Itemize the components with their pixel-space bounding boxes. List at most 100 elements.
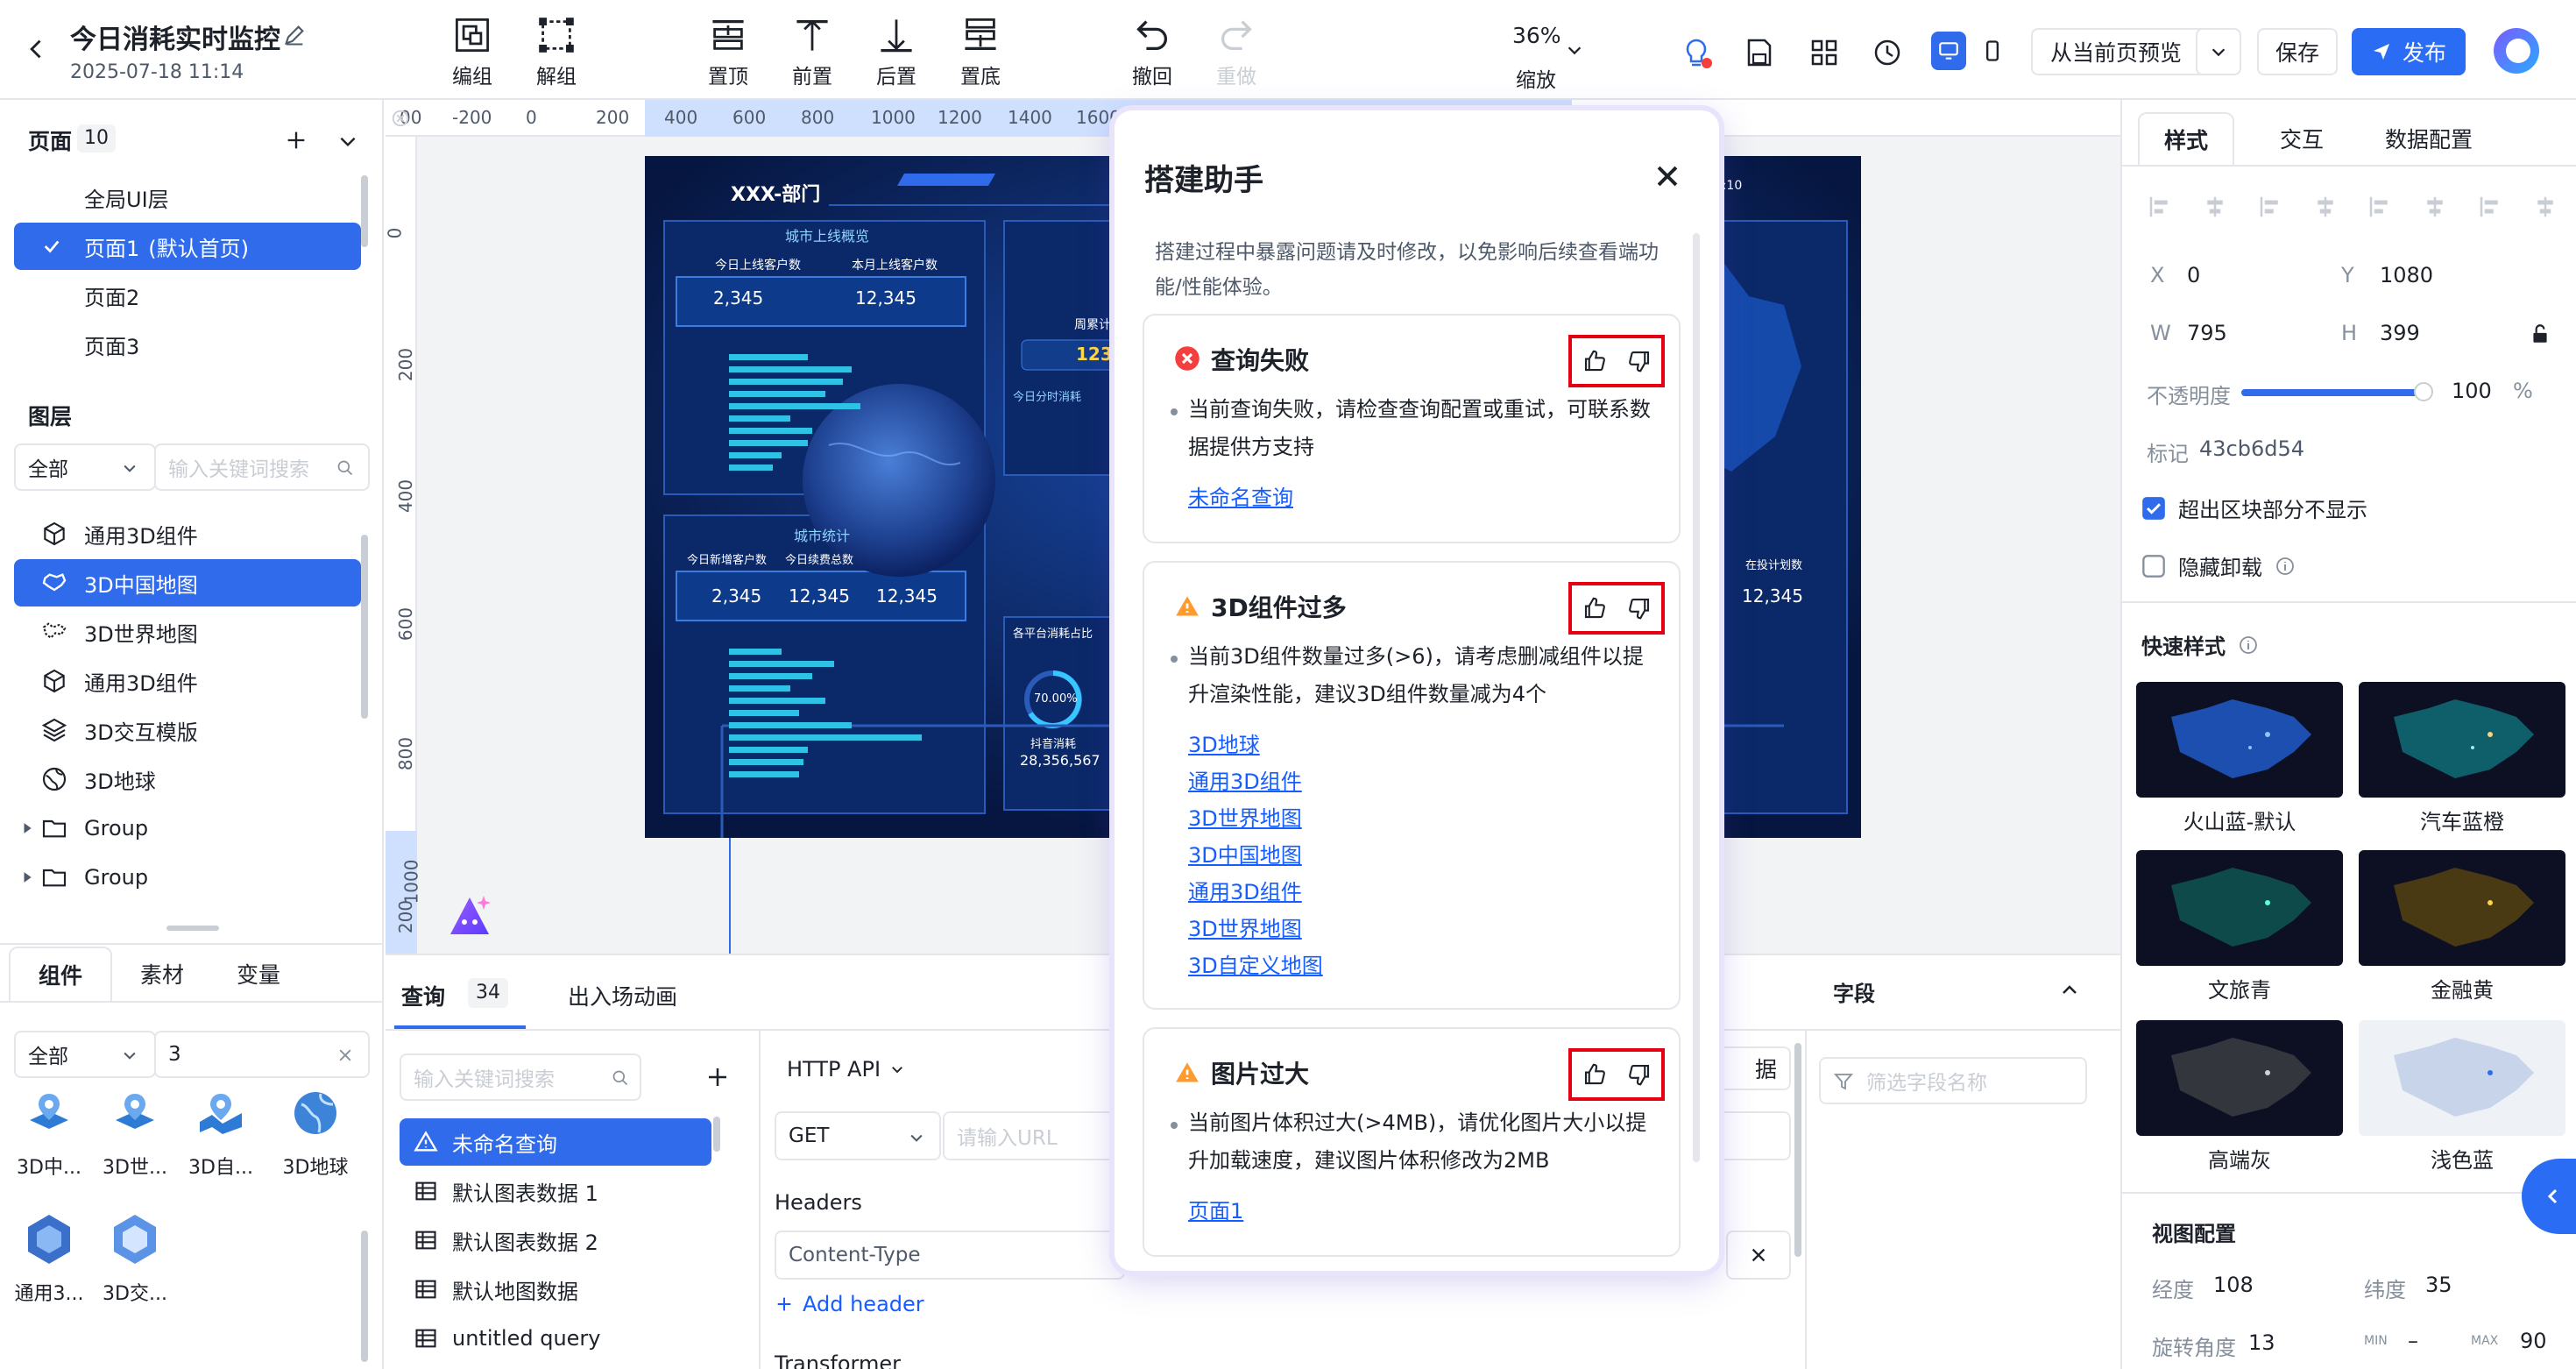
config-scrollbar[interactable] bbox=[1794, 1043, 1801, 1257]
close-icon[interactable] bbox=[1652, 161, 1682, 191]
hide-unload-checkbox[interactable]: 隐藏卸载 bbox=[2141, 550, 2296, 581]
issue-link[interactable]: 未命名查询 bbox=[1188, 480, 1293, 511]
style-swatch-light-blue[interactable] bbox=[2359, 1020, 2565, 1136]
tab-animation[interactable]: 出入场动画 bbox=[568, 980, 677, 1011]
min-input[interactable]: – bbox=[2408, 1329, 2418, 1353]
save-button[interactable]: 保存 bbox=[2257, 28, 2338, 75]
layer-item-group-2[interactable]: Group bbox=[14, 854, 361, 901]
caret-right-icon[interactable] bbox=[21, 822, 33, 834]
align-v-center-icon[interactable] bbox=[2422, 194, 2448, 220]
style-swatch-auto-blue-orange[interactable] bbox=[2359, 682, 2565, 798]
dialog-scrollbar[interactable] bbox=[1693, 233, 1700, 1162]
back-arrow-icon[interactable] bbox=[25, 37, 49, 61]
to-top-button[interactable]: 置顶 bbox=[689, 16, 768, 89]
align-h-center-icon[interactable] bbox=[2202, 194, 2228, 220]
overflow-hide-checkbox[interactable]: 超出区块部分不显示 bbox=[2141, 493, 2367, 523]
issue-link[interactable]: 3D世界地图 bbox=[1188, 801, 1302, 832]
component-item-3d-world[interactable]: 3D世... bbox=[98, 1089, 172, 1194]
style-swatch-premium-gray[interactable] bbox=[2136, 1020, 2343, 1136]
info-icon[interactable] bbox=[2275, 556, 2296, 577]
add-query-icon[interactable] bbox=[704, 1064, 731, 1090]
query-item-chart2[interactable]: 默认图表数据 2 bbox=[400, 1216, 711, 1264]
issue-link[interactable]: 3D地球 bbox=[1188, 727, 1260, 758]
history-icon[interactable] bbox=[1870, 35, 1905, 70]
zoom-value[interactable]: 36% bbox=[1512, 23, 1561, 48]
method-select[interactable]: GET bbox=[775, 1111, 941, 1160]
align-top-icon[interactable] bbox=[2367, 194, 2393, 220]
tab-variables[interactable]: 变量 bbox=[219, 947, 298, 1001]
remove-header-button[interactable] bbox=[1726, 1231, 1791, 1280]
component-item-3d-china[interactable]: 3D中... bbox=[12, 1089, 86, 1194]
page-item-global-ui[interactable]: 全局UI层 bbox=[14, 174, 361, 221]
query-search-input[interactable]: 输入关键词搜索 bbox=[400, 1053, 641, 1101]
issue-link[interactable]: 3D中国地图 bbox=[1188, 838, 1302, 869]
components-scrollbar[interactable] bbox=[361, 1231, 368, 1362]
rotate-input[interactable]: 13 bbox=[2248, 1330, 2275, 1355]
component-item-general-3d[interactable]: 通用3... bbox=[12, 1213, 86, 1318]
preview-dropdown[interactable] bbox=[2196, 28, 2241, 75]
tab-style[interactable]: 样式 bbox=[2138, 112, 2234, 165]
url-input[interactable]: 请输入URL bbox=[943, 1111, 1115, 1160]
style-swatch-culture-cyan[interactable] bbox=[2136, 850, 2343, 966]
distribute-v-icon[interactable] bbox=[2532, 194, 2558, 220]
style-swatch-finance-yellow[interactable] bbox=[2359, 850, 2565, 966]
issue-link[interactable]: 页面1 bbox=[1188, 1194, 1243, 1224]
add-header-link[interactable]: Add header bbox=[775, 1292, 924, 1316]
zoom-chevron-down-icon[interactable] bbox=[1565, 40, 1584, 60]
tab-components[interactable]: 组件 bbox=[9, 947, 112, 1001]
save-local-icon[interactable] bbox=[1742, 35, 1777, 70]
opacity-value[interactable]: 100 bbox=[2452, 379, 2492, 403]
layer-item-3d-interactive[interactable]: 3D交互模版 bbox=[14, 706, 361, 754]
layer-item-general-3d-2[interactable]: 通用3D组件 bbox=[14, 657, 361, 705]
collapse-pages-icon[interactable] bbox=[336, 130, 359, 153]
issue-link[interactable]: 3D自定义地图 bbox=[1188, 948, 1323, 979]
issue-link[interactable]: 3D世界地图 bbox=[1188, 911, 1302, 942]
align-left-icon[interactable] bbox=[2147, 194, 2173, 220]
layer-filter-select[interactable]: 全部 bbox=[14, 443, 156, 491]
api-type-select[interactable]: HTTP API bbox=[787, 1057, 905, 1082]
max-input[interactable]: 90 bbox=[2520, 1329, 2547, 1353]
query-item-chart1[interactable]: 默认图表数据 1 bbox=[400, 1167, 711, 1215]
layer-search-input[interactable]: 输入关键词搜索 bbox=[154, 443, 370, 491]
info-icon[interactable] bbox=[2238, 635, 2259, 656]
ai-assistant-icon[interactable] bbox=[443, 889, 496, 941]
desktop-view-button[interactable] bbox=[1931, 32, 1966, 70]
x-input[interactable]: 0 bbox=[2187, 263, 2200, 287]
longitude-input[interactable]: 108 bbox=[2213, 1273, 2254, 1297]
query-item-map[interactable]: 默认地图数据 bbox=[400, 1266, 711, 1313]
layer-item-world-map[interactable]: 3D世界地图 bbox=[14, 608, 361, 656]
url-input-tail[interactable] bbox=[1717, 1111, 1791, 1160]
tab-interaction[interactable]: 交互 bbox=[2262, 112, 2341, 165]
fields-filter-input[interactable]: 筛选字段名称 bbox=[1819, 1057, 2087, 1104]
edit-title-icon[interactable] bbox=[282, 23, 307, 47]
resize-handle[interactable] bbox=[166, 926, 219, 931]
ungroup-button[interactable]: 解组 bbox=[517, 16, 596, 89]
page-item-page1[interactable]: 页面1 (默认首页) bbox=[14, 223, 361, 270]
thumbs-down-icon[interactable] bbox=[1626, 1061, 1652, 1088]
h-input[interactable]: 399 bbox=[2380, 321, 2420, 345]
tab-data-config[interactable]: 数据配置 bbox=[2359, 112, 2499, 165]
align-right-icon[interactable] bbox=[2257, 194, 2283, 220]
query-item-untitled[interactable]: untitled query bbox=[400, 1315, 711, 1362]
redo-button[interactable]: 重做 bbox=[1197, 16, 1276, 89]
ruler-corner-close-icon[interactable] bbox=[391, 109, 410, 128]
component-item-3d-custom[interactable]: 3D自... bbox=[184, 1089, 258, 1194]
thumbs-down-icon[interactable] bbox=[1626, 595, 1652, 621]
user-avatar[interactable] bbox=[2492, 26, 2541, 75]
thumbs-down-icon[interactable] bbox=[1626, 348, 1652, 374]
group-button[interactable]: 编组 bbox=[433, 16, 512, 89]
chevron-up-icon[interactable] bbox=[2059, 980, 2080, 1001]
component-item-3d-interactive[interactable]: 3D交... bbox=[98, 1213, 172, 1318]
thumbs-up-icon[interactable] bbox=[1582, 348, 1608, 374]
clear-icon[interactable] bbox=[336, 1046, 354, 1064]
style-swatch-volcano-blue[interactable] bbox=[2136, 682, 2343, 798]
add-page-icon[interactable] bbox=[284, 128, 308, 153]
latitude-input[interactable]: 35 bbox=[2425, 1273, 2452, 1297]
thumbs-up-icon[interactable] bbox=[1582, 1061, 1608, 1088]
undo-button[interactable]: 撤回 bbox=[1113, 16, 1192, 89]
y-input[interactable]: 1080 bbox=[2380, 263, 2433, 287]
grid-icon[interactable] bbox=[1807, 35, 1842, 70]
w-input[interactable]: 795 bbox=[2187, 321, 2227, 345]
backward-button[interactable]: 后置 bbox=[857, 16, 936, 89]
layer-item-china-map[interactable]: 3D中国地图 bbox=[14, 559, 361, 606]
